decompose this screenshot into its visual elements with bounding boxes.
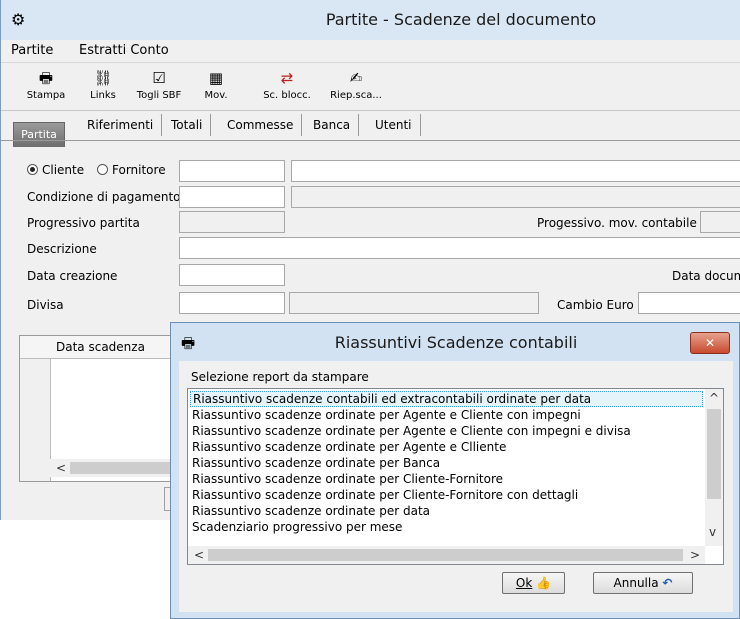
progressivo-mov-label: Progessivo. mov. contabile (537, 216, 697, 230)
ok-button[interactable]: Ok 👍 (502, 572, 565, 594)
title-bar[interactable]: ⚙ Partite - Scadenze del documento (1, 0, 740, 40)
report-list[interactable]: Riassuntivo scadenze contabili ed extrac… (187, 388, 724, 565)
cambio-euro-input[interactable] (638, 292, 740, 314)
links-icon: ⛓ (93, 69, 113, 87)
divisa-code-input[interactable] (179, 292, 285, 314)
togli-sbf-label: Togli SBF (136, 90, 182, 101)
list-vertical-scrollbar[interactable]: ^ v (705, 389, 723, 546)
condizione-desc-input (291, 186, 740, 208)
progressivo-mov-input (700, 211, 740, 233)
toolbar: 🖶 Stampa ⛓ Links ☑ Togli SBF ▦ Mov. ⇄ Sc… (1, 63, 740, 111)
tab-partita[interactable]: Partita (13, 122, 65, 147)
riep-sca-label: Riep.sca... (330, 90, 382, 101)
list-item[interactable]: Riassuntivo scadenze ordinate per Client… (190, 471, 703, 487)
divisa-label: Divisa (27, 298, 64, 312)
grid-header: Data scadenza (20, 336, 190, 359)
list-horizontal-scrollbar[interactable]: < > (188, 546, 705, 564)
cliente-radio[interactable]: Cliente (27, 163, 84, 177)
undo-icon: ↶ (662, 576, 673, 590)
condizione-code-input[interactable] (179, 186, 285, 208)
tab-riferimenti[interactable]: Riferimenti (79, 114, 163, 136)
progressivo-partita-label: Progressivo partita (27, 216, 140, 230)
menu-partite[interactable]: Partite (11, 43, 53, 58)
tab-divider (1, 140, 740, 141)
ok-label: Ok (515, 576, 533, 590)
fornitore-label: Fornitore (112, 163, 166, 177)
descrizione-input[interactable] (179, 237, 740, 259)
links-label: Links (90, 90, 116, 101)
scroll-right-icon[interactable]: > (690, 548, 700, 562)
dialog-body: Selezione report da stampare Riassuntivo… (179, 361, 733, 612)
scroll-left-icon[interactable]: < (56, 461, 66, 475)
mov-button[interactable]: ▦ Mov. (197, 68, 235, 108)
condizione-label: Condizione di pagamento (27, 190, 181, 204)
checkbox-icon: ☑ (152, 69, 166, 87)
riassuntivi-dialog: 🖶 Riassuntivi Scadenze contabili ✕ Selez… (170, 322, 740, 619)
tab-banca[interactable]: Banca (305, 114, 360, 136)
tab-bar: Partita Riferimenti Totali Commesse Banc… (1, 114, 740, 147)
calculator-icon: ▦ (208, 69, 224, 87)
dialog-title: Riassuntivi Scadenze contabili (334, 333, 578, 352)
grid-horizontal-scrollbar[interactable]: < (50, 459, 190, 477)
radio-unselected-icon (97, 164, 108, 175)
selezione-label: Selezione report da stampare (191, 370, 369, 384)
vertical-scroll-thumb[interactable] (707, 409, 721, 499)
data-creazione-label: Data creazione (27, 269, 118, 283)
links-button[interactable]: ⛓ Links (85, 68, 121, 108)
descrizione-label: Descrizione (27, 242, 97, 256)
scroll-left-icon[interactable]: < (194, 548, 204, 562)
stampa-button[interactable]: 🖶 Stampa (23, 68, 69, 108)
scadenze-grid[interactable]: Data scadenza < (19, 335, 191, 482)
cliente-code-input[interactable] (179, 160, 285, 182)
tab-totali[interactable]: Totali (163, 114, 212, 136)
printer-icon: 🖶 (38, 69, 54, 87)
close-button[interactable]: ✕ (690, 332, 730, 354)
divisa-desc-input (289, 292, 539, 314)
list-item[interactable]: Riassuntivo scadenze ordinate per Agente… (190, 407, 703, 423)
annulla-button[interactable]: Annulla ↶ (593, 572, 693, 594)
fornitore-radio[interactable]: Fornitore (97, 163, 166, 177)
menu-bar: Partite Estratti Conto (1, 40, 740, 63)
cambio-euro-label: Cambio Euro (557, 298, 634, 312)
gear-icon[interactable]: ⚙ (11, 12, 27, 28)
thumbs-up-icon: 👍 (536, 576, 552, 590)
menu-estratti-conto[interactable]: Estratti Conto (79, 43, 169, 58)
list-item[interactable]: Scadenziario progressivo per mese (190, 519, 703, 535)
list-item[interactable]: Riassuntivo scadenze ordinate per Banca (190, 455, 703, 471)
progressivo-partita-input (179, 211, 285, 233)
riep-sca-button[interactable]: ✍ Riep.sca... (327, 68, 385, 108)
radio-selected-icon (27, 164, 38, 175)
list-item[interactable]: Riassuntivo scadenze contabili ed extrac… (190, 391, 703, 407)
scroll-up-icon[interactable]: ^ (709, 391, 719, 405)
column-data-scadenza[interactable]: Data scadenza (56, 340, 145, 354)
list-item[interactable]: Riassuntivo scadenze ordinate per data (190, 503, 703, 519)
list-item[interactable]: Riassuntivo scadenze ordinate per Client… (190, 487, 703, 503)
sync-icon: ⇄ (280, 69, 294, 87)
togli-sbf-button[interactable]: ☑ Togli SBF (131, 68, 187, 108)
sc-blocc-button[interactable]: ⇄ Sc. blocc. (259, 68, 315, 108)
data-documento-label: Data docum (672, 269, 740, 283)
list-item[interactable]: Riassuntivo scadenze ordinate per Agente… (190, 423, 703, 439)
scroll-down-icon[interactable]: v (709, 525, 716, 539)
sc-blocc-label: Sc. blocc. (263, 90, 311, 101)
data-creazione-input[interactable] (179, 264, 285, 286)
tab-utenti[interactable]: Utenti (367, 114, 421, 136)
cliente-name-input[interactable] (291, 160, 740, 182)
annulla-label: Annulla (613, 576, 659, 590)
stampa-label: Stampa (26, 90, 66, 101)
window-title: Partite - Scadenze del documento (325, 10, 597, 29)
tab-commesse[interactable]: Commesse (219, 114, 303, 136)
summary-icon: ✍ (349, 69, 363, 87)
horizontal-scroll-thumb[interactable] (208, 549, 683, 561)
cliente-label: Cliente (42, 163, 85, 177)
list-item[interactable]: Riassuntivo scadenze ordinate per Agente… (190, 439, 703, 455)
mov-label: Mov. (204, 90, 228, 101)
